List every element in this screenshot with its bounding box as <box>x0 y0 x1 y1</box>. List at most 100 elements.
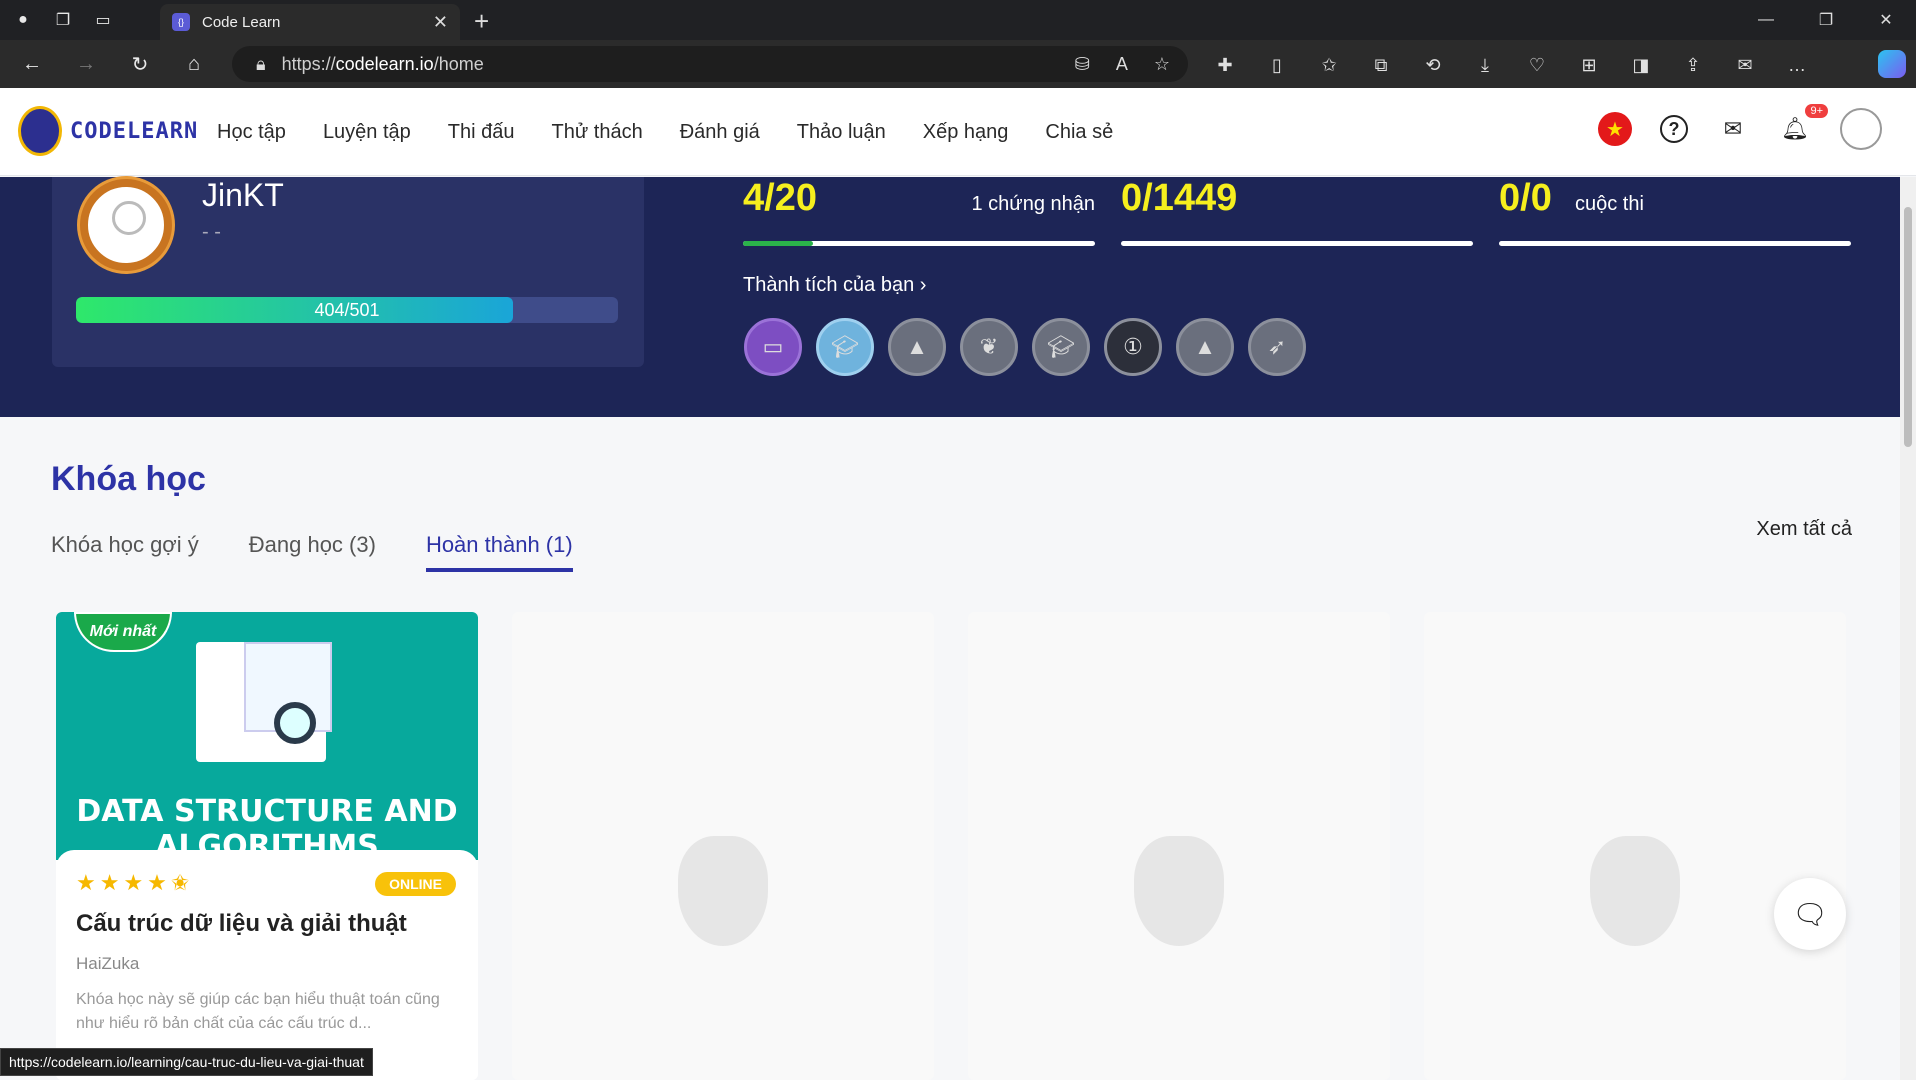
performance-icon[interactable]: ♡ <box>1522 50 1552 80</box>
mascot-placeholder-icon <box>1134 836 1224 946</box>
sidebar-icon[interactable]: ◨ <box>1626 50 1656 80</box>
cap-badge-icon[interactable]: 🎓︎ <box>1032 318 1090 376</box>
laptop-badge-icon[interactable]: ▭ <box>744 318 802 376</box>
stat-progress-bar <box>743 241 1095 246</box>
minimize-icon[interactable]: — <box>1736 0 1796 40</box>
logo-mascot-icon <box>18 106 62 156</box>
profile-icon[interactable]: ● <box>6 3 40 37</box>
online-badge: ONLINE <box>375 872 456 896</box>
close-window-icon[interactable]: ✕ <box>1856 0 1916 40</box>
scrollbar-thumb[interactable] <box>1904 207 1912 447</box>
courses-title: Khóa học <box>51 460 206 498</box>
stat-label: cuộc thi <box>1575 193 1644 215</box>
stat-value: 4/20 <box>743 177 817 219</box>
mail-icon[interactable]: ✉ <box>1716 112 1750 146</box>
read-aloud-icon[interactable]: A <box>1116 54 1128 75</box>
tab-suggested[interactable]: Khóa học gợi ý <box>51 532 199 572</box>
codelearn-favicon: {} <box>172 13 190 31</box>
graduation-cap-badge-icon[interactable]: 🎓︎ <box>816 318 874 376</box>
stat-contests[interactable]: 0/0 cuộc thi <box>1499 177 1851 246</box>
page-scrollbar[interactable] <box>1900 177 1916 1080</box>
new-tab-icon[interactable]: + <box>474 6 489 37</box>
nav-hoc-tap[interactable]: Học tập <box>217 121 286 144</box>
home-icon[interactable]: ⌂ <box>172 44 216 84</box>
course-tabs: Khóa học gợi ý Đang học (3) Hoàn thành (… <box>51 532 573 572</box>
course-card-placeholder <box>968 612 1390 1080</box>
history-icon[interactable]: ⟲ <box>1418 50 1448 80</box>
extension-icon[interactable]: ✚ <box>1210 50 1240 80</box>
nav-xep-hang[interactable]: Xếp hạng <box>923 121 1009 144</box>
xp-progress-text: 404/501 <box>314 300 380 320</box>
site-header: CODELEARN Học tập Luyện tập Thi đấu Thử … <box>0 88 1916 176</box>
profile-card: JinKT - - 404/501 <box>52 177 644 367</box>
apps-icon[interactable]: ⊞ <box>1574 50 1604 80</box>
forward-icon[interactable]: → <box>64 44 108 84</box>
maximize-icon[interactable]: ❐ <box>1796 0 1856 40</box>
close-tab-icon[interactable]: ✕ <box>433 12 448 33</box>
downloads-icon[interactable]: ⤓ <box>1470 50 1500 80</box>
vietnam-flag-icon[interactable]: ★ <box>1598 112 1632 146</box>
notification-badge: 9+ <box>1805 104 1828 118</box>
stat-progress-bar <box>1121 241 1473 246</box>
tab-in-progress[interactable]: Đang học (3) <box>249 532 376 572</box>
more-menu-icon[interactable]: … <box>1782 50 1812 80</box>
logo-wordmark: CODELEARN <box>70 118 199 144</box>
back-icon[interactable]: ← <box>10 44 54 84</box>
profile-banner: JinKT - - 404/501 4/20 1 chứng nhận 0/14… <box>0 177 1900 417</box>
laurel-badge-icon[interactable]: ❦ <box>960 318 1018 376</box>
favorites-icon[interactable]: ✩ <box>1314 50 1344 80</box>
xp-progress-bar: 404/501 <box>76 297 618 323</box>
stat-progress-bar <box>1499 241 1851 246</box>
header-actions: ★ ? ✉ 🔔︎ 9+ <box>1598 104 1882 150</box>
mountain-badge-2-icon[interactable]: ▲ <box>1176 318 1234 376</box>
nav-thu-thach[interactable]: Thử thách <box>552 121 643 144</box>
nav-thi-dau[interactable]: Thi đấu <box>448 121 515 144</box>
copilot-icon[interactable] <box>1878 50 1906 78</box>
nav-thao-luan[interactable]: Thảo luận <box>797 121 886 144</box>
status-url: https://codelearn.io/learning/cau-truc-d… <box>0 1048 373 1076</box>
chat-icon[interactable]: 🗨︎ <box>1774 878 1846 950</box>
course-author[interactable]: HaiZuka <box>76 954 458 974</box>
profile-avatar[interactable] <box>80 179 172 271</box>
stat-value: 0/0 <box>1499 177 1552 219</box>
achievements-link[interactable]: Thành tích của bạn › <box>743 274 926 297</box>
nav-danh-gia[interactable]: Đánh giá <box>680 121 760 144</box>
course-title[interactable]: Cấu trúc dữ liệu và giải thuật <box>76 910 458 938</box>
chevron-right-icon: › <box>919 274 927 296</box>
codelearn-logo[interactable]: CODELEARN <box>18 106 198 156</box>
help-icon[interactable]: ? <box>1660 115 1688 143</box>
nav-luyen-tap[interactable]: Luyện tập <box>323 121 411 144</box>
notification-bell-icon[interactable]: 🔔︎ 9+ <box>1778 104 1828 146</box>
tab-completed[interactable]: Hoàn thành (1) <box>425 532 573 572</box>
number-one-badge-icon[interactable]: ① <box>1104 318 1162 376</box>
url-field[interactable]: 🔒︎ https://codelearn.io/home ⛁ A ☆ <box>232 46 1188 82</box>
collections-icon[interactable]: ⧉ <box>1366 50 1396 80</box>
lock-icon[interactable]: 🔒︎ <box>256 54 266 75</box>
browser-tab[interactable]: {} Code Learn ✕ <box>160 4 460 40</box>
stat-problems[interactable]: 0/1449 <box>1121 177 1473 246</box>
browser-toolbar: ✚ ▯ ✩ ⧉ ⟲ ⤓ ♡ ⊞ ◨ ⇪ ✉ … <box>1210 50 1812 80</box>
refresh-icon[interactable]: ↻ <box>118 44 162 84</box>
mascot-placeholder-icon <box>678 836 768 946</box>
newest-ribbon: Mới nhất <box>74 612 172 652</box>
split-screen-icon[interactable]: ▯ <box>1262 50 1292 80</box>
achievements-title: Thành tích của bạn <box>743 274 915 296</box>
mountain-badge-icon[interactable]: ▲ <box>888 318 946 376</box>
feedback-icon[interactable]: ✉ <box>1730 50 1760 80</box>
user-avatar-icon[interactable] <box>1840 108 1882 150</box>
address-bar-row: ← → ↻ ⌂ 🔒︎ https://codelearn.io/home ⛁ A… <box>0 40 1916 88</box>
tab-title: Code Learn <box>202 13 281 31</box>
see-all-link[interactable]: Xem tất cả <box>1756 518 1852 541</box>
rocket-badge-icon[interactable]: ➶ <box>1248 318 1306 376</box>
stat-certificates[interactable]: 4/20 1 chứng nhận <box>743 177 1095 246</box>
main-nav: Học tập Luyện tập Thi đấu Thử thách Đánh… <box>217 88 1150 176</box>
url-inline-icons: ⛁ A ☆ <box>1075 54 1170 75</box>
favorite-star-icon[interactable]: ☆ <box>1154 54 1170 75</box>
user-name: JinKT <box>202 177 284 213</box>
course-card[interactable]: DATA STRUCTURE AND ALGORITHMS Mới nhất ★… <box>56 612 478 1080</box>
tab-actions-icon[interactable]: ▭ <box>86 3 120 37</box>
nav-chia-se[interactable]: Chia sẻ <box>1045 121 1113 144</box>
share-icon[interactable]: ⇪ <box>1678 50 1708 80</box>
workspaces-icon[interactable]: ❐ <box>46 3 80 37</box>
tracking-icon[interactable]: ⛁ <box>1075 54 1090 75</box>
